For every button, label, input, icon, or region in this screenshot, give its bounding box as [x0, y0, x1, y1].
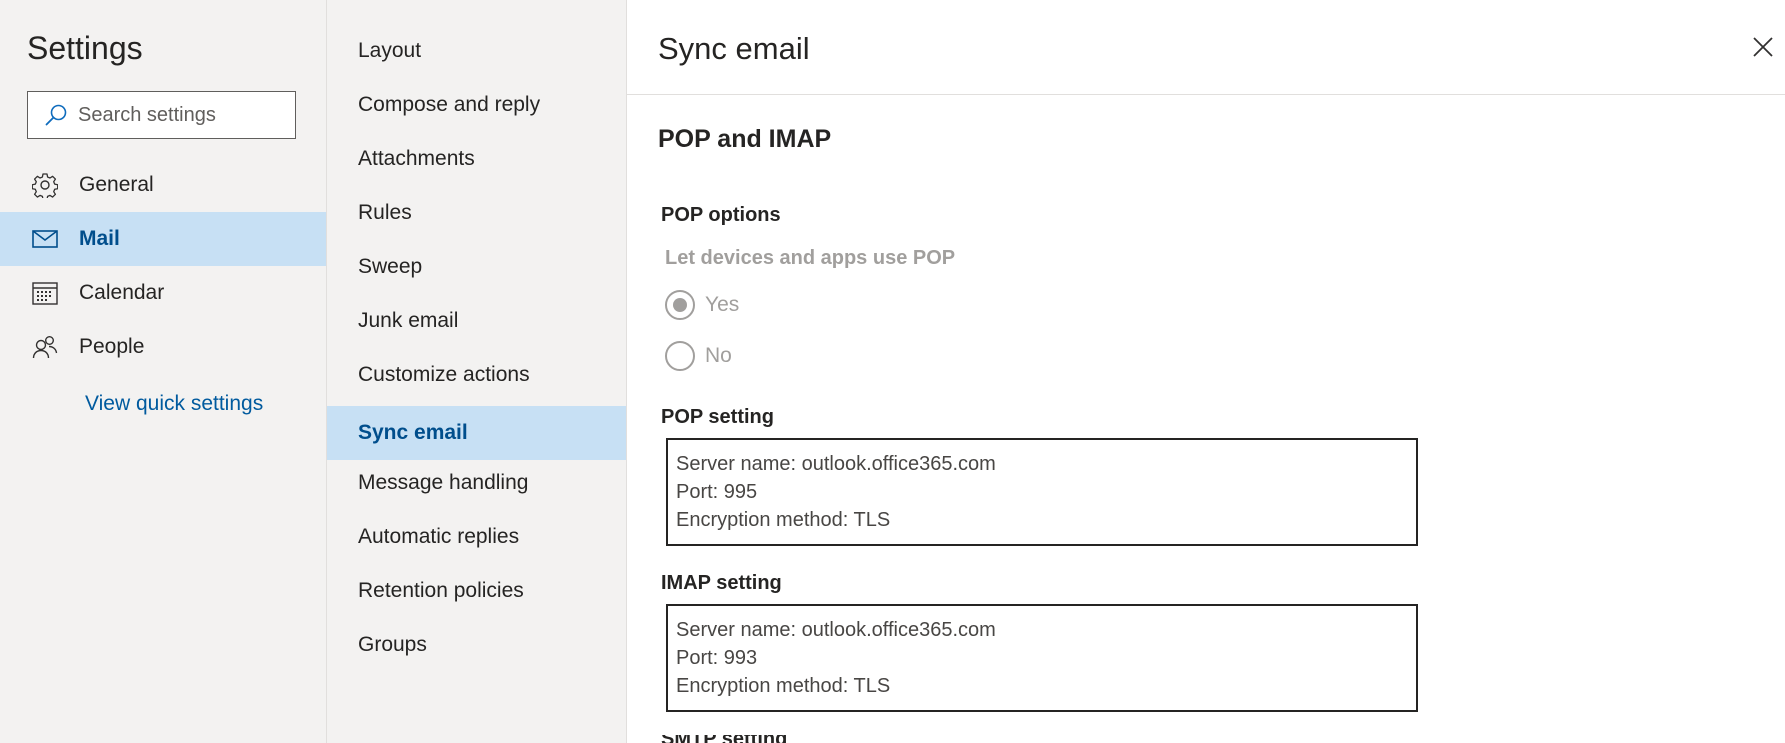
pane-title: Sync email — [658, 31, 810, 66]
section-title-pop-imap: POP and IMAP — [658, 125, 832, 153]
pop-port: Port: 995 — [676, 481, 758, 503]
imap-encryption: Encryption method: TLS — [676, 675, 891, 697]
pop-encryption: Encryption method: TLS — [676, 509, 891, 531]
calendar-icon — [32, 281, 58, 305]
mail-section-automatic-replies[interactable]: Automatic replies — [327, 510, 626, 564]
people-icon — [32, 335, 58, 359]
mail-section-layout[interactable]: Layout — [327, 24, 626, 78]
sync-email-pane: Sync email POP and IMAP POP options Let … — [626, 0, 1785, 743]
pop-setting-box: Server name: outlook.office365.com Port:… — [666, 438, 1418, 546]
pop-setting-title: POP setting — [661, 406, 774, 428]
view-quick-settings-link[interactable]: View quick settings — [85, 392, 263, 416]
imap-port: Port: 993 — [676, 647, 758, 669]
radio-no-label: No — [705, 344, 732, 367]
imap-setting-title: IMAP setting — [661, 572, 782, 594]
mail-section-retention-policies[interactable]: Retention policies — [327, 564, 626, 618]
nav-item-label: Calendar — [79, 281, 165, 304]
search-input[interactable] — [78, 103, 288, 127]
mail-section-groups[interactable]: Groups — [327, 618, 626, 672]
nav-item-label: People — [79, 335, 145, 358]
imap-setting-box: Server name: outlook.office365.com Port:… — [666, 604, 1418, 712]
mail-section-sweep[interactable]: Sweep — [327, 240, 626, 294]
radio-yes[interactable] — [665, 290, 695, 320]
nav-item-people[interactable]: People — [0, 320, 326, 374]
radio-option-no[interactable]: No — [665, 340, 732, 372]
search-box[interactable] — [27, 91, 296, 139]
radio-option-yes[interactable]: Yes — [665, 289, 739, 321]
radio-yes-label: Yes — [705, 293, 740, 316]
pop-options-title: POP options — [661, 204, 781, 226]
mail-section-sync-email[interactable]: Sync email — [327, 406, 626, 460]
smtp-setting-title: SMTP setting — [661, 735, 787, 743]
mail-section-junk-email[interactable]: Junk email — [327, 294, 626, 348]
mail-section-message-handling[interactable]: Message handling — [327, 456, 626, 510]
nav-item-label: Mail — [79, 227, 120, 250]
mail-settings-list: Layout Compose and reply Attachments Rul… — [326, 0, 626, 743]
mail-icon — [32, 227, 58, 251]
radio-no[interactable] — [665, 341, 695, 371]
pop-server-name: Server name: outlook.office365.com — [676, 453, 996, 475]
gear-icon — [32, 173, 58, 198]
nav-item-calendar[interactable]: Calendar — [0, 266, 326, 320]
nav-item-mail[interactable]: Mail — [0, 212, 326, 266]
imap-server-name: Server name: outlook.office365.com — [676, 619, 996, 641]
mail-section-attachments[interactable]: Attachments — [327, 132, 626, 186]
close-icon — [1753, 37, 1773, 57]
mail-section-rules[interactable]: Rules — [327, 186, 626, 240]
pane-header: Sync email — [627, 0, 1785, 95]
nav-item-general[interactable]: General — [0, 158, 326, 212]
close-button[interactable] — [1750, 34, 1776, 60]
pop-question-label: Let devices and apps use POP — [665, 247, 956, 269]
mail-section-customize-actions[interactable]: Customize actions — [327, 348, 626, 402]
settings-title: Settings — [27, 30, 143, 66]
nav-item-label: General — [79, 173, 154, 196]
mail-section-compose-and-reply[interactable]: Compose and reply — [327, 78, 626, 132]
settings-nav-pane: Settings General Mail — [0, 0, 326, 743]
search-icon — [45, 104, 67, 126]
